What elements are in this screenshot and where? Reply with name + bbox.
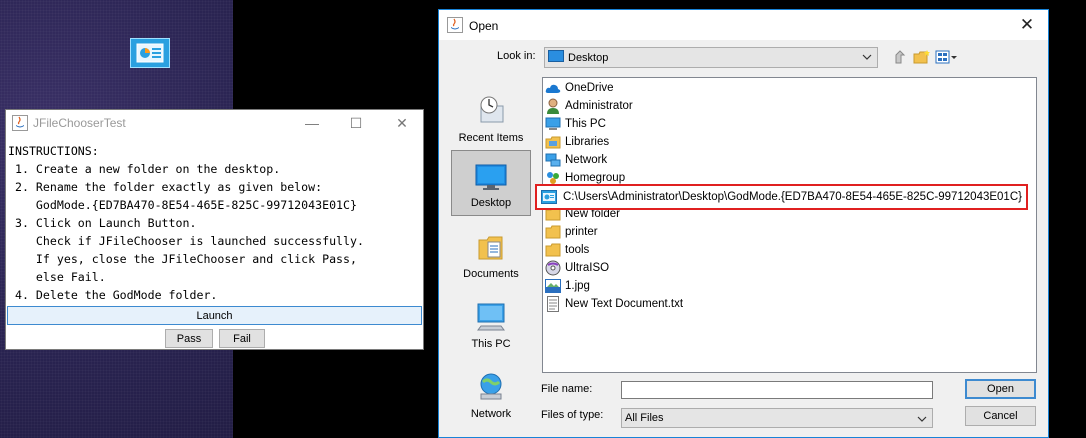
folder-icon bbox=[545, 242, 561, 258]
instructions-text: INSTRUCTIONS: 1. Create a new folder on … bbox=[6, 142, 423, 304]
network-icon bbox=[480, 373, 502, 400]
new-folder-icon[interactable] bbox=[913, 49, 931, 70]
jfilechoosertest-window: JFileChooserTest — ☐ ✕ INSTRUCTIONS: 1. … bbox=[5, 109, 424, 350]
network-icon bbox=[545, 152, 561, 168]
file-name: printer bbox=[565, 226, 598, 238]
place-desktop[interactable]: Desktop bbox=[451, 150, 531, 216]
place-label: Documents bbox=[463, 268, 519, 280]
documents-icon bbox=[478, 236, 503, 260]
file-name-label: File name: bbox=[541, 383, 593, 395]
instruction-line: 4. Delete the GodMode folder. bbox=[8, 288, 218, 302]
ultraiso-icon bbox=[545, 260, 561, 276]
look-in-label: Look in: bbox=[497, 50, 536, 62]
open-dialog-title: Open bbox=[469, 19, 499, 33]
chevron-down-icon bbox=[917, 414, 927, 427]
file-type-value: All Files bbox=[625, 412, 664, 424]
list-item-jpg[interactable]: 1.jpg bbox=[545, 277, 590, 295]
file-name: Libraries bbox=[565, 136, 610, 148]
launch-button[interactable]: Launch bbox=[7, 306, 422, 325]
open-dialog: Open ✕ Look in: Desktop Recent Items Des… bbox=[438, 9, 1049, 438]
up-folder-icon[interactable] bbox=[893, 49, 909, 70]
file-name: C:\Users\Administrator\Desktop\GodMode.{… bbox=[563, 191, 1022, 203]
place-recent-items[interactable]: Recent Items bbox=[451, 84, 531, 150]
instruction-line: If yes, close the JFileChooser and click… bbox=[8, 252, 358, 266]
instruction-line: 3. Click on Launch Button. bbox=[8, 216, 197, 230]
java-icon bbox=[12, 115, 28, 134]
instruction-line: Check if JFileChooser is launched succes… bbox=[8, 234, 364, 248]
recent-items-icon bbox=[480, 96, 504, 123]
list-item-administrator[interactable]: Administrator bbox=[545, 97, 633, 115]
file-name: OneDrive bbox=[565, 82, 614, 94]
desktop-icon bbox=[548, 50, 564, 65]
view-menu-icon[interactable] bbox=[935, 49, 959, 70]
jpg-file-icon bbox=[545, 278, 561, 294]
file-name-input[interactable] bbox=[621, 381, 933, 399]
place-label: Recent Items bbox=[458, 132, 524, 144]
this-pc-icon bbox=[477, 303, 505, 331]
chevron-down-icon bbox=[862, 52, 872, 65]
libraries-icon bbox=[545, 134, 561, 150]
file-name: Network bbox=[565, 154, 608, 166]
place-label: This PC bbox=[471, 338, 511, 350]
fail-button[interactable]: Fail bbox=[219, 329, 265, 348]
user-icon bbox=[545, 98, 561, 114]
place-network[interactable]: Network bbox=[451, 360, 531, 426]
file-name: UltraISO bbox=[565, 262, 610, 274]
file-name: New Text Document.txt bbox=[565, 298, 684, 310]
cancel-button[interactable]: Cancel bbox=[965, 406, 1036, 426]
instruction-line: 1. Create a new folder on the desktop. bbox=[8, 162, 281, 176]
look-in-dropdown[interactable]: Desktop bbox=[544, 47, 878, 68]
pass-button[interactable]: Pass bbox=[165, 329, 213, 348]
maximize-button[interactable]: ☐ bbox=[333, 110, 379, 136]
control-panel-icon bbox=[541, 189, 557, 205]
file-name: tools bbox=[565, 244, 590, 256]
text-file-icon bbox=[545, 296, 561, 312]
close-button[interactable]: ✕ bbox=[379, 110, 425, 136]
file-type-label: Files of type: bbox=[541, 409, 604, 421]
desktop-icon bbox=[475, 164, 507, 190]
instruction-line: INSTRUCTIONS: bbox=[8, 144, 99, 158]
list-item-godmode[interactable]: C:\Users\Administrator\Desktop\GodMode.{… bbox=[535, 184, 1028, 210]
java-icon bbox=[447, 17, 463, 36]
instruction-line: else Fail. bbox=[8, 270, 106, 284]
instruction-line: GodMode.{ED7BA470-8E54-465E-825C-9971204… bbox=[8, 198, 358, 212]
pass-fail-row: Pass Fail bbox=[6, 329, 423, 349]
file-type-dropdown[interactable]: All Files bbox=[621, 408, 933, 428]
place-label: Network bbox=[470, 408, 512, 420]
open-button[interactable]: Open bbox=[965, 379, 1036, 399]
places-bar: Recent Items Desktop Documents This PC N… bbox=[449, 77, 541, 420]
list-item-text-document[interactable]: New Text Document.txt bbox=[545, 295, 683, 313]
place-this-pc[interactable]: This PC bbox=[451, 290, 531, 356]
list-item-network[interactable]: Network bbox=[545, 151, 607, 169]
test-window-title: JFileChooserTest bbox=[33, 116, 126, 130]
onedrive-icon bbox=[545, 80, 561, 96]
folder-icon bbox=[545, 224, 561, 240]
open-dialog-titlebar[interactable]: Open ✕ bbox=[439, 10, 1048, 40]
file-name: 1.jpg bbox=[565, 280, 590, 292]
place-documents[interactable]: Documents bbox=[451, 220, 531, 286]
control-panel-icon[interactable] bbox=[130, 38, 170, 68]
list-item-onedrive[interactable]: OneDrive bbox=[545, 79, 614, 97]
file-name: Administrator bbox=[565, 100, 633, 112]
list-item-this-pc[interactable]: This PC bbox=[545, 115, 606, 133]
dialog-close-button[interactable]: ✕ bbox=[1012, 14, 1042, 36]
instruction-line: 2. Rename the folder exactly as given be… bbox=[8, 180, 323, 194]
place-label: Desktop bbox=[470, 197, 512, 209]
file-name: This PC bbox=[565, 118, 606, 130]
minimize-button[interactable]: — bbox=[289, 110, 335, 136]
file-name: Homegroup bbox=[565, 172, 626, 184]
list-item-tools[interactable]: tools bbox=[545, 241, 589, 259]
file-list[interactable]: OneDrive Administrator This PC Libraries… bbox=[535, 77, 1037, 373]
computer-icon bbox=[545, 116, 561, 132]
list-item-ultraiso[interactable]: UltraISO bbox=[545, 259, 609, 277]
test-window-titlebar[interactable]: JFileChooserTest — ☐ ✕ bbox=[6, 110, 423, 136]
list-item-libraries[interactable]: Libraries bbox=[545, 133, 609, 151]
look-in-value: Desktop bbox=[568, 51, 609, 64]
list-item-printer[interactable]: printer bbox=[545, 223, 598, 241]
